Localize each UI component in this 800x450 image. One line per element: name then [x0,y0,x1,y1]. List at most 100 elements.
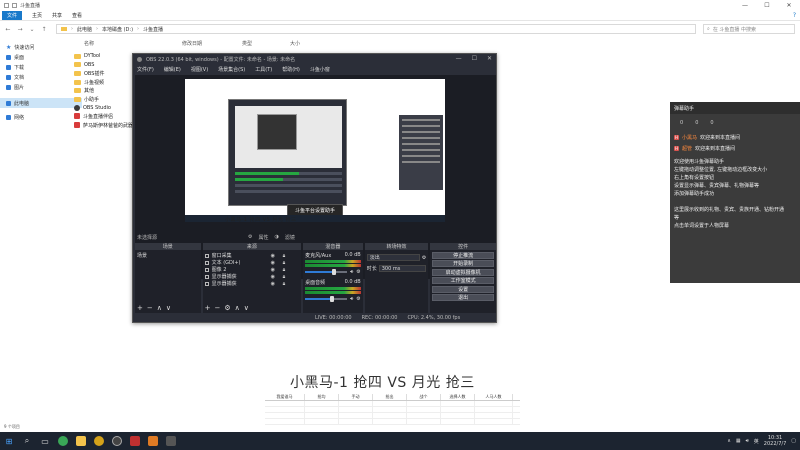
search-icon[interactable]: ⌕ [18,432,36,450]
down-arrow-icon[interactable]: ∨ [244,304,249,312]
close-icon[interactable]: ✕ [487,55,492,62]
ribbon-tab-share[interactable]: 共享 [52,12,62,19]
eye-icon[interactable]: ◉ [271,281,275,287]
minimize-icon[interactable]: — [734,0,756,10]
column-header-size[interactable]: 大小 [290,40,330,49]
source-item[interactable]: 窗口采集 ◉ 🔒︎ [204,252,299,259]
windows-start-icon[interactable]: ⊞ [0,432,18,450]
lock-icon[interactable]: 🔒︎ [283,260,286,266]
task-view-icon[interactable]: ▭ [36,432,54,450]
remove-icon[interactable]: − [215,304,221,312]
filters-button[interactable]: 滤镜 [285,234,295,241]
clock[interactable]: 10:31 2022/7/7 [764,435,786,447]
filter-icon[interactable]: ◑ [275,234,279,241]
menu-edit[interactable]: 编辑(E) [164,66,181,73]
duration-input[interactable]: 300 ms [378,265,427,272]
address-bar[interactable]: › 此电脑 › 本地磁盘 (D:) › 斗鱼直播 [56,24,696,34]
nav-this-pc[interactable]: 此电脑 [0,98,82,108]
forward-icon[interactable]: → [16,26,24,33]
add-icon[interactable]: + [137,304,143,312]
notification-icon[interactable]: ▢ [791,438,796,444]
nav-desktop[interactable]: 桌面 [0,52,82,62]
ribbon-tab-home[interactable]: 主页 [32,12,42,19]
source-item[interactable]: 显示器捕获 ◉ 🔒︎ [204,280,299,287]
column-header-modified[interactable]: 修改日期 [182,40,242,49]
stop-streaming-button[interactable]: 停止推流 [432,252,494,259]
volume-icon[interactable]: 🔊︎ [746,438,749,444]
help-icon[interactable]: ? [793,12,796,19]
input-language[interactable]: 英 [754,438,759,445]
lock-icon[interactable]: 🔒︎ [283,267,286,273]
app-icon[interactable] [144,432,162,450]
score-sheet[interactable]: 我爱谁马 抢均 手动 抢出 战个 选择人数 人马人数 [265,394,520,432]
gear-icon[interactable]: ⚙ [224,304,230,312]
speaker-icon[interactable]: 🔊︎ [350,296,353,302]
gear-icon[interactable]: ⚙ [422,255,426,261]
back-icon[interactable]: ← [4,26,12,33]
column-header-type[interactable]: 类型 [242,40,290,49]
add-icon[interactable]: + [205,304,211,312]
scene-item[interactable]: 场景 [137,252,199,259]
lock-icon[interactable]: 🔒︎ [283,274,286,280]
nav-documents[interactable]: 文档 [0,72,82,82]
chrome-icon[interactable] [54,432,72,450]
gear-icon[interactable]: ⚙ [356,296,360,302]
nav-pictures[interactable]: 图片 [0,82,82,92]
eye-icon[interactable]: ◉ [271,253,275,259]
studio-mode-button[interactable]: 工作室模式 [432,277,494,285]
recent-icon[interactable]: ⌄ [28,26,36,33]
maximize-icon[interactable]: ☐ [756,0,778,10]
address-part[interactable]: 斗鱼直播 [143,26,163,33]
address-part[interactable]: 此电脑 [77,26,92,33]
close-icon[interactable]: ✕ [778,0,800,10]
settings-button[interactable]: 设置 [432,285,494,293]
source-item[interactable]: 显示器捕获 ◉ 🔒︎ [204,273,299,280]
address-part[interactable]: 本地磁盘 (D:) [102,26,133,33]
tray-chevron-icon[interactable]: ∧ [727,438,731,444]
ribbon-tab-view[interactable]: 查看 [72,12,82,19]
menu-tools[interactable]: 工具(T) [255,66,272,73]
lock-icon[interactable]: 🔒︎ [283,281,286,287]
volume-slider[interactable] [305,269,348,275]
up-arrow-icon[interactable]: ∧ [157,304,162,312]
eye-icon[interactable]: ◉ [271,274,275,280]
quick-access-toolbar-icon[interactable] [12,2,17,8]
nav-downloads[interactable]: 下载 [0,62,82,72]
lock-icon[interactable]: 🔒︎ [283,253,286,259]
start-recording-button[interactable]: 开始录制 [432,260,494,268]
ribbon-tab-file[interactable]: 文件 [2,10,23,20]
menu-douyu[interactable]: 斗鱼小窗 [310,66,330,73]
network-icon[interactable]: ▦ [736,438,741,444]
down-arrow-icon[interactable]: ∨ [166,304,171,312]
transition-select[interactable]: 淡出 [366,254,420,261]
menu-scene-collection[interactable]: 场景集合(S) [218,66,245,73]
nav-network[interactable]: 网络 [0,112,82,122]
source-item[interactable]: 文本 (GDI+) ◉ 🔒︎ [204,259,299,266]
menu-help[interactable]: 帮助(H) [282,66,300,73]
app-icon[interactable] [162,432,180,450]
menu-file[interactable]: 文件(F) [137,66,154,73]
eye-icon[interactable]: ◉ [271,260,275,266]
minimize-icon[interactable]: — [456,55,462,62]
exit-button[interactable]: 退出 [432,293,494,301]
volume-slider[interactable] [305,296,348,302]
remove-icon[interactable]: − [147,304,153,312]
nav-quick-access[interactable]: ★ 快速访问 [0,42,82,52]
virtual-camera-button[interactable]: 启动虚拟摄像机 [432,268,494,276]
source-item[interactable]: 图像 2 ◉ 🔒︎ [204,266,299,273]
up-arrow-icon[interactable]: ∧ [235,304,240,312]
danmu-panel[interactable]: 弹幕助手 0 0 0 H 小黑马 欢迎来到本直播间 H 超管 欢迎来到本直播间 … [670,102,800,283]
obs-taskbar-icon[interactable] [108,432,126,450]
maximize-icon[interactable]: ☐ [472,55,477,62]
search-box[interactable]: ⌕ 在 斗鱼直播 中搜索 [703,24,795,34]
file-explorer-icon[interactable] [72,432,90,450]
gear-icon[interactable]: ⚙ [356,269,360,275]
eye-icon[interactable]: ◉ [271,267,275,273]
menu-view[interactable]: 视图(V) [191,66,208,73]
gear-icon[interactable]: ⚙ [248,234,252,241]
up-icon[interactable]: ↑ [40,26,48,33]
speaker-icon[interactable]: 🔊︎ [350,269,353,275]
app-icon[interactable] [90,432,108,450]
app-icon[interactable] [126,432,144,450]
column-header-name[interactable]: 名称 [84,40,182,49]
